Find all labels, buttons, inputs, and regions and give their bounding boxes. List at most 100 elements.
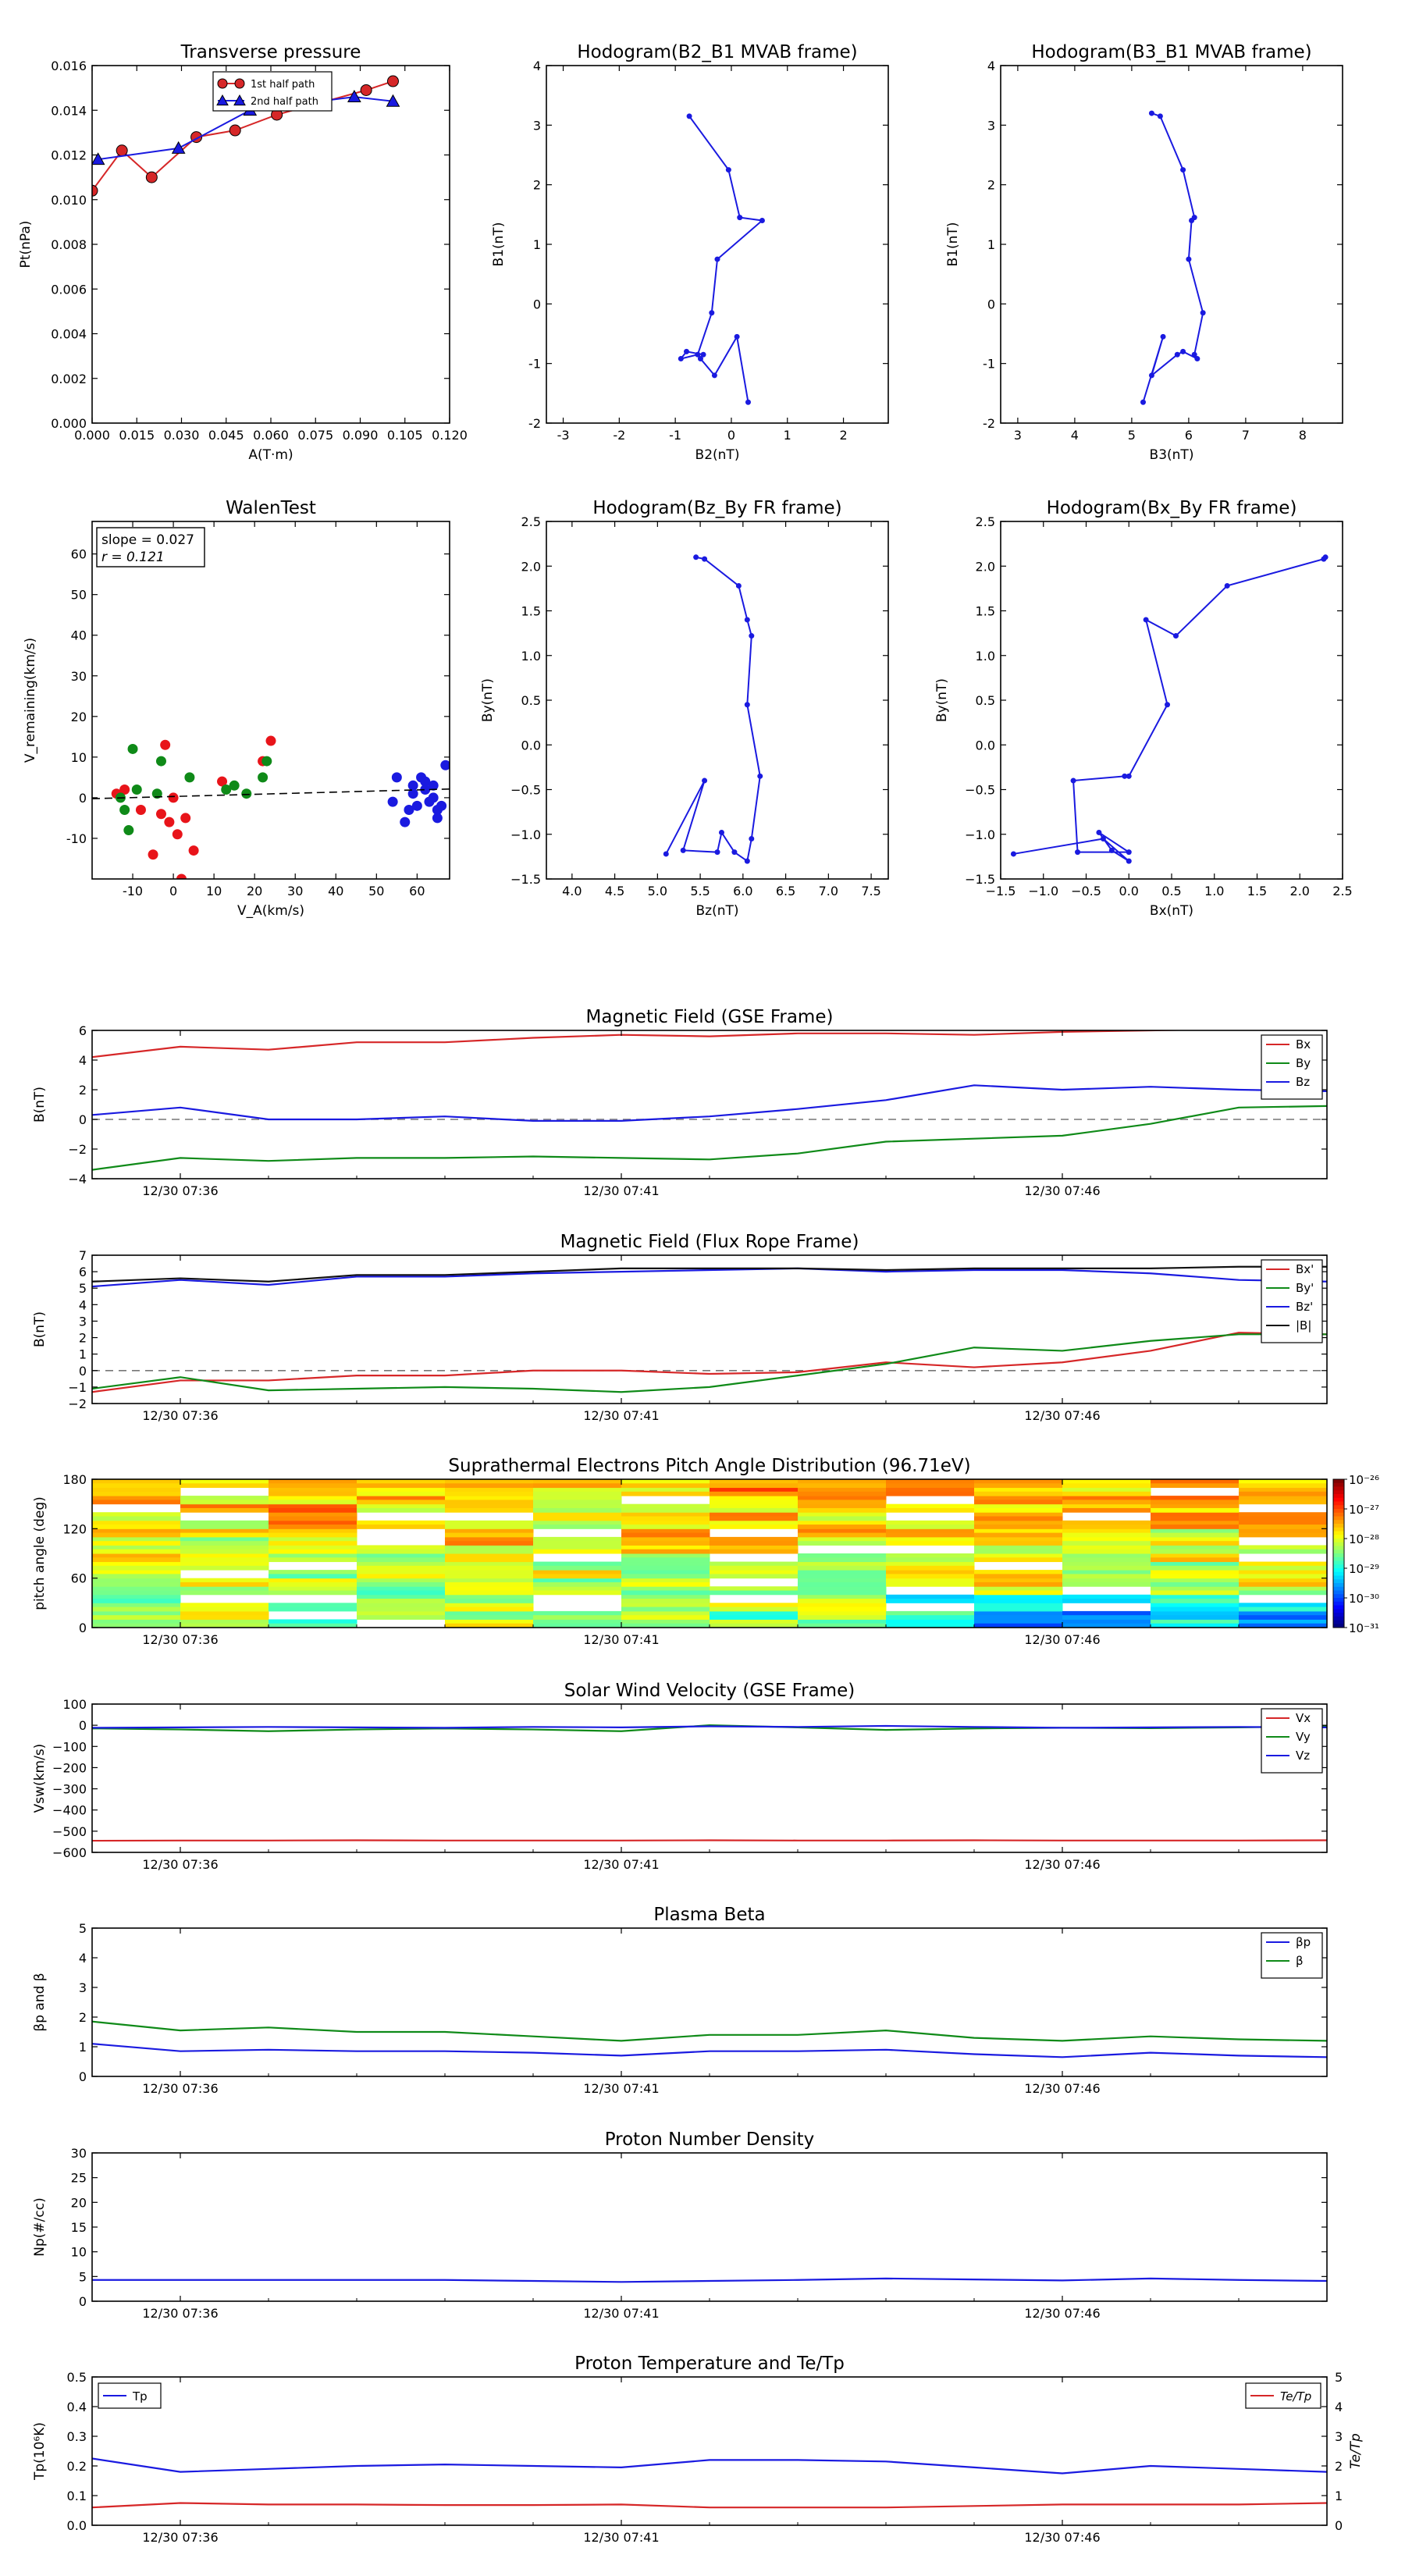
heatmap-cell bbox=[357, 1582, 446, 1587]
heatmap-cell bbox=[1239, 1586, 1327, 1591]
heatmap-cell bbox=[974, 1512, 1063, 1517]
data-point bbox=[711, 372, 717, 379]
heatmap-cell bbox=[357, 1606, 446, 1612]
chart-title: Plasma Beta bbox=[653, 1905, 765, 1925]
heatmap-cell bbox=[357, 1549, 446, 1554]
y-tick-label: 4 bbox=[533, 59, 541, 73]
data-point bbox=[1180, 348, 1186, 354]
heatmap-cell bbox=[710, 1606, 799, 1612]
heatmap-cell bbox=[357, 1500, 446, 1505]
y-tick-label: 15 bbox=[71, 2220, 87, 2235]
y-axis-label: By(nT) bbox=[934, 678, 950, 722]
y-tick-label: 0 bbox=[79, 1364, 87, 1379]
heatmap-cell bbox=[798, 1553, 887, 1558]
heatmap-cell bbox=[974, 1570, 1063, 1574]
heatmap-cell bbox=[269, 1590, 357, 1596]
legend: Bx' By' Bz' |B| bbox=[1261, 1259, 1323, 1343]
x-tick-label: 12/30 07:41 bbox=[583, 2081, 659, 2096]
heatmap-cell bbox=[357, 1570, 446, 1574]
data-point bbox=[436, 800, 447, 811]
legend-label: β bbox=[1296, 1954, 1304, 1968]
heatmap-cell bbox=[621, 1590, 710, 1596]
legend: Vx Vy Vz bbox=[1261, 1708, 1323, 1774]
heatmap-cell bbox=[180, 1503, 269, 1509]
legend-box bbox=[1261, 1932, 1323, 1979]
annotation-r: r = 0.121 bbox=[101, 550, 165, 565]
y-tick-label: -1 bbox=[983, 357, 995, 372]
heatmap-cell bbox=[357, 1603, 446, 1608]
heatmap-cell bbox=[886, 1599, 975, 1603]
y-tick-label: 0.000 bbox=[51, 416, 87, 431]
heatmap-cell bbox=[798, 1483, 887, 1489]
plot-frame bbox=[91, 521, 450, 880]
y-tick-label: −1.5 bbox=[510, 872, 541, 887]
heatmap-cell bbox=[445, 1606, 534, 1612]
data-point bbox=[400, 817, 411, 827]
heatmap-cell bbox=[533, 1512, 622, 1517]
heatmap-cell bbox=[974, 1599, 1063, 1603]
heatmap-cell bbox=[974, 1545, 1063, 1550]
y-tick-label: 0.016 bbox=[51, 59, 87, 73]
data-point bbox=[1100, 835, 1106, 841]
chart-mag_fr: 12/30 07:36 12/30 07:41 12/30 07:46 −2 −10 12… bbox=[32, 1232, 1328, 1423]
chart-h4: −1.5 −1.0 −0.5 0.0 0.5 1.0 1.5 2.0 2.5−1.5−1.0−0… bbox=[934, 498, 1353, 919]
heatmap-cell bbox=[180, 1557, 269, 1563]
heatmap-cell bbox=[1062, 1599, 1151, 1603]
heatmap-cell bbox=[1239, 1525, 1327, 1529]
heatmap-cell bbox=[1062, 1545, 1151, 1550]
heatmap-cell bbox=[357, 1565, 446, 1571]
heatmap-cell bbox=[357, 1496, 446, 1500]
heatmap-cell bbox=[1062, 1520, 1151, 1525]
heatmap-cell bbox=[533, 1565, 622, 1571]
heatmap-cell bbox=[1239, 1619, 1327, 1624]
data-point bbox=[745, 399, 751, 405]
heatmap-cell bbox=[1151, 1479, 1240, 1484]
data-point bbox=[119, 805, 130, 816]
legend-label: Bz bbox=[1296, 1075, 1310, 1089]
data-point bbox=[391, 772, 402, 783]
x-tick-label: 40 bbox=[328, 884, 343, 898]
heatmap-cell bbox=[445, 1610, 534, 1616]
y-tick-label: 0 bbox=[533, 297, 541, 311]
heatmap-cell bbox=[357, 1483, 446, 1489]
heatmap-cell bbox=[1239, 1545, 1327, 1550]
y-tick-label: 0.012 bbox=[51, 148, 87, 163]
y-tick-label: 60 bbox=[71, 547, 87, 562]
heatmap-cell bbox=[180, 1483, 269, 1489]
x-tick-label: 12/30 07:41 bbox=[583, 1632, 659, 1647]
data-point bbox=[229, 124, 241, 137]
heatmap-cell bbox=[533, 1590, 622, 1596]
heatmap-cell bbox=[1062, 1503, 1151, 1509]
heatmap-cell bbox=[269, 1574, 357, 1579]
heatmap-cell bbox=[1062, 1561, 1151, 1567]
heatmap-cell bbox=[1151, 1582, 1240, 1587]
heatmap-cell bbox=[180, 1541, 269, 1546]
y-axis-label: B1(nT) bbox=[945, 222, 961, 267]
x-axis-label: Bx(nT) bbox=[1150, 903, 1193, 919]
data-point bbox=[1157, 113, 1163, 119]
y-tick-label: 2 bbox=[79, 1083, 87, 1098]
heatmap-cell bbox=[445, 1582, 534, 1587]
heatmap-cell bbox=[533, 1516, 622, 1521]
data-point bbox=[172, 829, 183, 840]
heatmap-cell bbox=[886, 1561, 975, 1567]
heatmap-cell bbox=[357, 1557, 446, 1563]
heatmap-cell bbox=[710, 1483, 799, 1489]
colorbar-segment bbox=[1333, 1583, 1344, 1588]
heatmap-cell bbox=[798, 1516, 887, 1521]
heatmap-cell bbox=[710, 1549, 799, 1554]
heatmap-cell bbox=[357, 1594, 446, 1599]
heatmap-cell bbox=[1062, 1479, 1151, 1484]
colorbar-segment bbox=[1333, 1539, 1344, 1543]
y-right-axis-label: Te/Tp bbox=[1348, 2433, 1364, 2469]
heatmap-cell bbox=[621, 1578, 710, 1583]
x-tick-label: 6.5 bbox=[776, 884, 795, 898]
heatmap-cell bbox=[92, 1610, 181, 1616]
x-tick-label: 1.0 bbox=[1204, 884, 1224, 898]
chart-pad: 12/30 07:36 12/30 07:41 12/30 07:46 0 60 120 1… bbox=[32, 1456, 1379, 1647]
colorbar-segment bbox=[1333, 1575, 1344, 1580]
chart-h3: 4.0 4.5 5.0 5.5 6.0 6.5 7.0 7.5 −1.5 −1.0 −0.5 0.0 0… bbox=[480, 498, 889, 919]
heatmap-cell bbox=[180, 1553, 269, 1558]
heatmap-cell bbox=[269, 1553, 357, 1558]
heatmap-cell bbox=[974, 1541, 1063, 1546]
